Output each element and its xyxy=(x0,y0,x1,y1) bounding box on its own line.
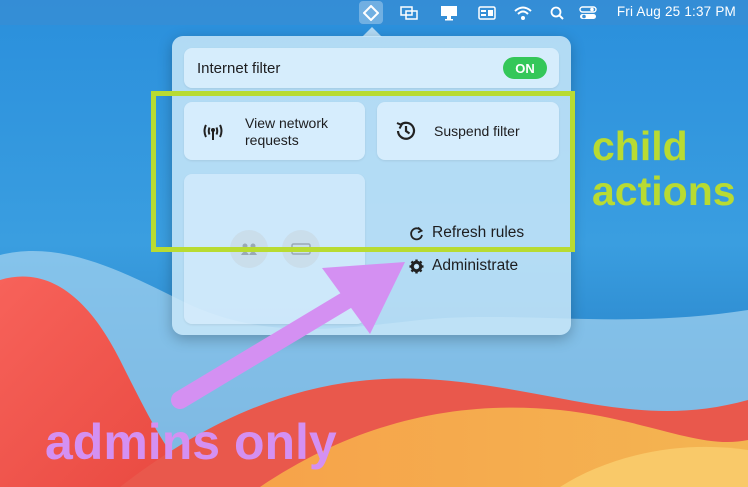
internet-filter-label: Internet filter xyxy=(197,60,281,77)
internet-filter-row: Internet filter ON xyxy=(184,48,559,88)
gear-icon xyxy=(409,259,424,273)
admins-only-annotation: admins only xyxy=(45,414,337,470)
child-actions-annotation: child actions xyxy=(592,124,736,214)
search-icon[interactable] xyxy=(548,4,566,21)
child-annotation-line1: child xyxy=(592,123,688,169)
display-icon[interactable] xyxy=(438,4,460,21)
internet-filter-toggle[interactable]: ON xyxy=(503,57,547,79)
control-center-icon[interactable] xyxy=(578,4,598,21)
card-icon[interactable] xyxy=(476,4,498,21)
wifi-icon[interactable] xyxy=(513,4,533,21)
window-icon[interactable] xyxy=(398,4,420,21)
administrate-button[interactable]: Administrate xyxy=(409,257,518,275)
menu-bar: Fri Aug 25 1:37 PM xyxy=(0,0,748,25)
child-actions-highlight-box xyxy=(151,91,575,252)
filter-icon[interactable] xyxy=(359,1,383,24)
administrate-label: Administrate xyxy=(432,257,519,274)
child-annotation-line2: actions xyxy=(592,168,736,214)
menu-bar-clock[interactable]: Fri Aug 25 1:37 PM xyxy=(617,4,736,19)
